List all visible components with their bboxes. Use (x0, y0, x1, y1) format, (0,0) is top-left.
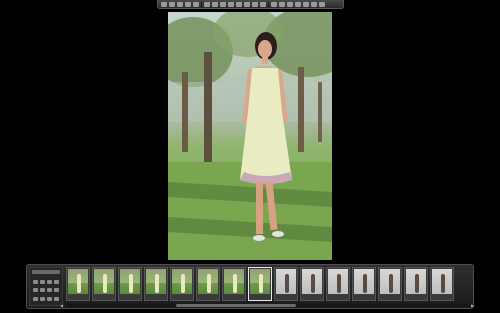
control-button[interactable] (47, 288, 52, 292)
control-button[interactable] (47, 297, 52, 301)
thumbnail-strip (66, 267, 470, 303)
sort-icon[interactable] (295, 1, 301, 7)
controls-title (32, 270, 60, 274)
scroll-thumb[interactable] (176, 304, 296, 307)
control-button[interactable] (33, 297, 38, 301)
thumbnail-caption (380, 295, 400, 299)
thumbnail-image (120, 269, 140, 294)
control-button[interactable] (40, 280, 45, 284)
thumbnail-image (172, 269, 192, 294)
thumbnail-3[interactable] (118, 267, 142, 301)
thumbnail-caption (146, 295, 166, 299)
thumbnail-11[interactable] (326, 267, 350, 301)
thumbnail-1[interactable] (66, 267, 90, 301)
scroll-right-icon[interactable]: ▶ (471, 303, 476, 308)
thumbnail-caption (432, 295, 452, 299)
thumbnail-image (146, 269, 166, 294)
control-button[interactable] (40, 288, 45, 292)
thumbnail-image (406, 269, 426, 294)
thumbnail-caption (224, 295, 244, 299)
photo-image (168, 12, 332, 260)
control-button[interactable] (33, 288, 38, 292)
thumbnail-7[interactable] (222, 267, 246, 301)
toolbar-separator (201, 1, 202, 7)
thumbnail-15[interactable] (430, 267, 454, 301)
zoom-icon[interactable] (220, 1, 226, 7)
thumbnail-image (68, 269, 88, 294)
thumbnail-4[interactable] (144, 267, 168, 301)
filmstrip-panel: ◀ ▶ (26, 264, 474, 309)
filter-icon[interactable] (303, 1, 309, 7)
star-icon[interactable] (244, 1, 250, 7)
thumbnail-caption (250, 295, 270, 299)
image-icon[interactable] (204, 1, 210, 7)
thumbnail-5[interactable] (170, 267, 194, 301)
thumbnail-caption (94, 295, 114, 299)
main-photo-viewer[interactable] (168, 12, 332, 260)
thumbnail-caption (68, 295, 88, 299)
thumbnail-image (198, 269, 218, 294)
star-icon[interactable] (236, 1, 242, 7)
thumbnail-caption (276, 295, 296, 299)
thumbnail-image (328, 269, 348, 294)
copy-icon[interactable] (185, 1, 191, 7)
grid-icon[interactable] (287, 1, 293, 7)
top-toolbar (157, 0, 344, 9)
rotate-left-icon[interactable] (161, 1, 167, 7)
control-button[interactable] (47, 280, 52, 284)
thumbnail-caption (328, 295, 348, 299)
thumbnail-12[interactable] (352, 267, 376, 301)
thumbnail-image (276, 269, 296, 294)
control-button[interactable] (54, 288, 59, 292)
star-icon[interactable] (228, 1, 234, 7)
toolbar-separator (268, 1, 269, 7)
info-icon[interactable] (311, 1, 317, 7)
thumbnail-10[interactable] (300, 267, 324, 301)
control-button[interactable] (33, 280, 38, 284)
flag-icon[interactable] (271, 1, 277, 7)
tag-icon[interactable] (193, 1, 199, 7)
thumbnail-image (354, 269, 374, 294)
thumbnail-caption (406, 295, 426, 299)
thumbnail-image (380, 269, 400, 294)
settings-icon[interactable] (212, 1, 218, 7)
thumbnail-image (94, 269, 114, 294)
thumbnail-13[interactable] (378, 267, 402, 301)
thumbnail-8[interactable] (248, 267, 272, 301)
star-icon[interactable] (260, 1, 266, 7)
thumbnail-caption (172, 295, 192, 299)
control-button[interactable] (40, 297, 45, 301)
crop-icon[interactable] (177, 1, 183, 7)
filmstrip-controls (29, 267, 63, 306)
thumbnail-image (224, 269, 244, 294)
star-icon[interactable] (252, 1, 258, 7)
thumbnail-caption (120, 295, 140, 299)
fullscreen-icon[interactable] (319, 1, 325, 7)
control-button[interactable] (54, 280, 59, 284)
thumbnail-caption (354, 295, 374, 299)
scroll-left-icon[interactable]: ◀ (60, 303, 65, 308)
thumbnail-14[interactable] (404, 267, 428, 301)
thumbnail-caption (198, 295, 218, 299)
rotate-right-icon[interactable] (169, 1, 175, 7)
control-button[interactable] (54, 297, 59, 301)
thumbnail-image (302, 269, 322, 294)
thumbnail-image (250, 269, 270, 294)
thumbnail-9[interactable] (274, 267, 298, 301)
thumbnail-image (432, 269, 452, 294)
list-icon[interactable] (279, 1, 285, 7)
thumbnail-caption (302, 295, 322, 299)
thumbnail-2[interactable] (92, 267, 116, 301)
filmstrip-scrollbar[interactable]: ◀ ▶ (60, 303, 474, 308)
thumbnail-6[interactable] (196, 267, 220, 301)
